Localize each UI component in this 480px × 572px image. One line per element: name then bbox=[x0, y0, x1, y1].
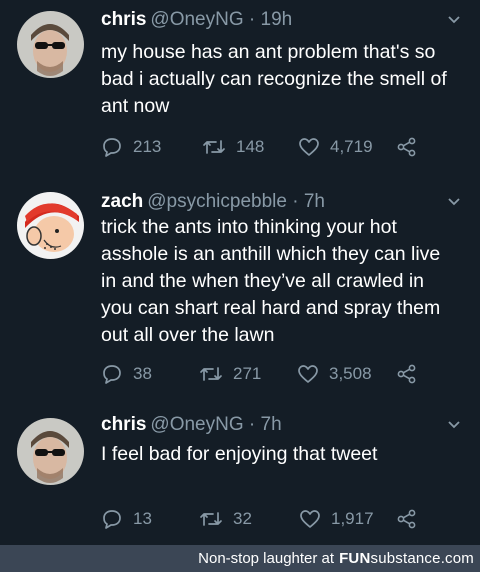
brand-com: .com bbox=[440, 550, 474, 567]
heart-icon bbox=[300, 510, 320, 528]
retweet-button[interactable]: 271 bbox=[199, 361, 261, 387]
handle-text: @psychicpebble bbox=[147, 191, 287, 212]
display-name[interactable]: chris bbox=[101, 9, 146, 30]
tweet-3: chris @OneyNG · 7h I feel bad for enjoyin… bbox=[0, 413, 480, 533]
watermark-banner: Non-stop laughter at FUNsubstance.com bbox=[0, 545, 480, 572]
text-line: in and the when they’ve all crawled in bbox=[101, 270, 425, 292]
brand-substance: substance bbox=[370, 550, 441, 567]
tweet-header: zach @psychicpebble · 7h bbox=[101, 190, 325, 214]
watermark-text: Non-stop laughter at bbox=[198, 550, 335, 567]
text-line: you can shart real hard and spray them bbox=[101, 297, 441, 319]
retweet-icon bbox=[200, 512, 222, 526]
chevron-down-icon[interactable] bbox=[446, 194, 462, 210]
brand-fun: FUN bbox=[339, 550, 371, 567]
display-name[interactable]: chris bbox=[101, 414, 146, 435]
like-button[interactable]: 3,508 bbox=[297, 361, 372, 387]
avatar-image bbox=[17, 418, 84, 485]
reply-count: 38 bbox=[133, 364, 152, 383]
avatar-chris[interactable] bbox=[17, 418, 84, 485]
text-line: bad i actually can recognize the smell o… bbox=[101, 68, 447, 90]
timestamp: 19h bbox=[260, 9, 293, 30]
share-button[interactable] bbox=[397, 134, 427, 160]
like-count: 3,508 bbox=[329, 364, 372, 383]
retweet-count: 271 bbox=[233, 364, 262, 383]
handle-text: @OneyNG bbox=[150, 9, 244, 30]
reply-count: 213 bbox=[133, 137, 162, 156]
share-icon bbox=[397, 509, 416, 529]
text-line: I feel bad for enjoying that tweet bbox=[101, 443, 378, 465]
handle-text: @OneyNG bbox=[150, 414, 244, 435]
reply-count: 13 bbox=[133, 509, 152, 528]
tweet-actions: 38 271 3,508 bbox=[101, 361, 441, 387]
watermark-brand: FUNsubstance.com bbox=[339, 550, 474, 567]
like-count: 1,917 bbox=[331, 509, 374, 528]
heart-icon bbox=[298, 365, 318, 383]
tweet-text: I feel bad for enjoying that tweet bbox=[101, 441, 471, 468]
handle[interactable]: @psychicpebble · 7h bbox=[147, 191, 325, 212]
timestamp: 7h bbox=[303, 191, 325, 212]
tweet-2: zach @psychicpebble · 7h trick the ants i… bbox=[0, 190, 480, 400]
like-button[interactable]: 1,917 bbox=[299, 506, 374, 532]
reply-icon bbox=[103, 365, 121, 384]
handle[interactable]: @OneyNG · 7h bbox=[150, 414, 281, 435]
avatar-zach[interactable] bbox=[17, 192, 84, 259]
tweet-1: chris @OneyNG · 19h my house has an ant p… bbox=[0, 8, 480, 168]
text-line: asshole is an anthill which they can liv… bbox=[101, 243, 441, 265]
tweet-text: trick the ants into thinking your hot as… bbox=[101, 214, 471, 349]
chevron-down-icon[interactable] bbox=[446, 12, 462, 28]
retweet-icon bbox=[203, 140, 225, 154]
tweet-header: chris @OneyNG · 7h bbox=[101, 413, 282, 437]
like-button[interactable]: 4,719 bbox=[298, 134, 373, 160]
text-line: my house has an ant problem that's so bbox=[101, 41, 436, 63]
display-name[interactable]: zach bbox=[101, 191, 143, 212]
tweet-actions: 213 148 4,719 bbox=[101, 134, 441, 160]
share-icon bbox=[397, 137, 416, 157]
heart-icon bbox=[299, 138, 319, 156]
handle[interactable]: @OneyNG · 19h bbox=[150, 9, 292, 30]
retweet-button[interactable]: 32 bbox=[199, 506, 252, 532]
avatar-image bbox=[17, 192, 84, 259]
avatar-chris[interactable] bbox=[17, 11, 84, 78]
reply-button[interactable]: 13 bbox=[101, 506, 152, 532]
reply-button[interactable]: 38 bbox=[101, 361, 152, 387]
timestamp: 7h bbox=[260, 414, 282, 435]
retweet-button[interactable]: 148 bbox=[202, 134, 264, 160]
retweet-icon bbox=[200, 367, 222, 381]
share-button[interactable] bbox=[397, 361, 427, 387]
retweet-count: 32 bbox=[233, 509, 252, 528]
reply-icon bbox=[103, 510, 121, 529]
tweet-text: my house has an ant problem that's so ba… bbox=[101, 39, 471, 120]
chevron-down-icon[interactable] bbox=[446, 417, 462, 433]
share-icon bbox=[397, 364, 416, 384]
reply-button[interactable]: 213 bbox=[101, 134, 161, 160]
share-button[interactable] bbox=[397, 506, 427, 532]
tweet-actions: 13 32 1,917 bbox=[101, 506, 441, 532]
text-line: ant now bbox=[101, 95, 170, 117]
avatar-image bbox=[17, 11, 84, 78]
tweet-header: chris @OneyNG · 19h bbox=[101, 8, 292, 32]
reply-icon bbox=[103, 138, 121, 157]
like-count: 4,719 bbox=[330, 137, 373, 156]
text-line: out all over the lawn bbox=[101, 324, 275, 346]
text-line: trick the ants into thinking your hot bbox=[101, 216, 397, 238]
retweet-count: 148 bbox=[236, 137, 265, 156]
